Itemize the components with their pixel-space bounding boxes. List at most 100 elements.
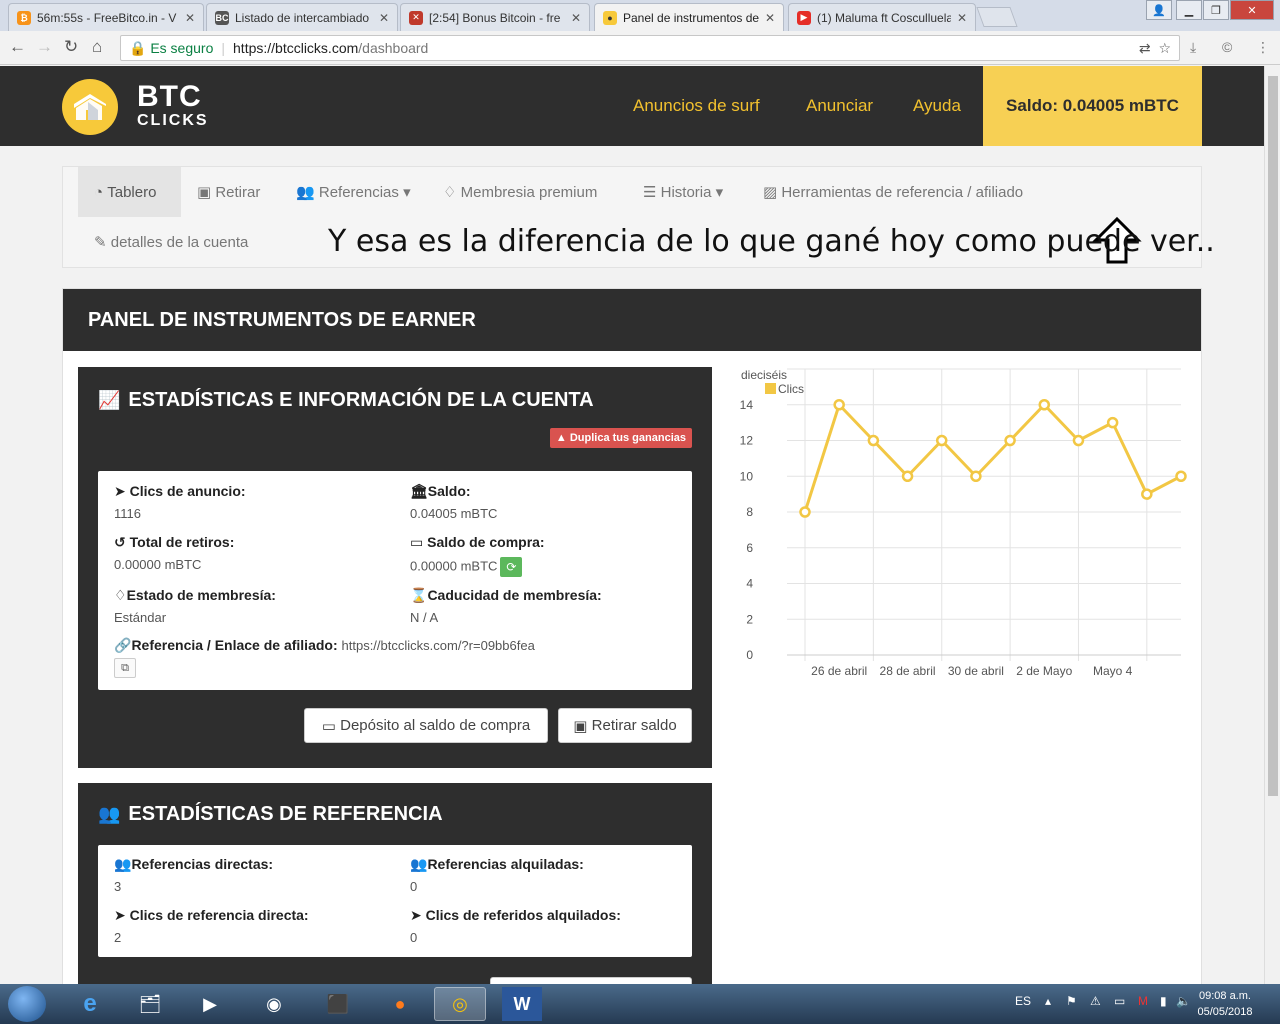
subnav-item-premium[interactable]: ♢ Membresia premium bbox=[443, 167, 597, 217]
signal-icon[interactable]: ▮ bbox=[1160, 994, 1167, 1008]
withdraw-button[interactable]: ▣ Retirar saldo bbox=[558, 708, 692, 743]
data-point bbox=[1175, 470, 1187, 482]
pdf-reader-icon[interactable]: ⬛ bbox=[312, 987, 364, 1021]
subnav-label: Herramientas de referencia / afiliado bbox=[781, 183, 1024, 201]
house-logo-icon bbox=[74, 94, 106, 120]
browser-tab-bonus[interactable]: ✕ [2:54] Bonus Bitcoin - fre ✕ bbox=[400, 3, 590, 31]
diamond-icon: ♢ bbox=[443, 184, 461, 201]
start-button[interactable] bbox=[8, 986, 46, 1022]
menu-icon[interactable]: ⋮ bbox=[1256, 39, 1270, 56]
clicks-line-chart: 0 2 4 6 8 10 12 14 26 de abril 28 de abril 30 de a… bbox=[740, 368, 1187, 678]
header-balance[interactable]: Saldo: 0.04005 mBTC bbox=[983, 66, 1202, 146]
subnav-item-withdraw[interactable]: ▣ Retirar bbox=[197, 167, 260, 217]
browser-tab-freebitcoin[interactable]: ₿ 56m:55s - FreeBitco.in - V ✕ bbox=[8, 3, 204, 31]
minimize-icon[interactable]: ▁ bbox=[1176, 0, 1202, 20]
new-tab-button[interactable] bbox=[976, 7, 1018, 27]
tab-strip: ₿ 56m:55s - FreeBitco.in - V ✕ BC Listad… bbox=[0, 0, 1280, 31]
stat-label: Referencias directas: bbox=[131, 856, 274, 872]
credit-card-icon: ▭ bbox=[321, 717, 341, 735]
antivirus-icon[interactable]: M bbox=[1138, 994, 1148, 1008]
account-stats-heading: ESTADÍSTICAS E INFORMACIÓN DE LA CUENTA bbox=[128, 389, 594, 411]
bitcoin-favicon-icon: ₿ bbox=[17, 10, 31, 25]
file-explorer-icon[interactable]: 🗂 bbox=[124, 987, 176, 1021]
browser-tab-listado[interactable]: BC Listado de intercambiado ✕ bbox=[206, 3, 398, 31]
data-point bbox=[901, 470, 914, 482]
url-host: https://btcclicks.com bbox=[233, 40, 359, 56]
system-clock[interactable]: 09:08 a.m. 05/05/2018 bbox=[1190, 988, 1260, 1020]
bonus-favicon-icon: ✕ bbox=[409, 10, 423, 25]
close-window-icon[interactable]: ✕ bbox=[1230, 0, 1274, 20]
extension-icon[interactable]: © bbox=[1222, 39, 1232, 55]
media-player-icon[interactable]: ▶ bbox=[184, 987, 236, 1021]
monitor-icon[interactable]: ▭ bbox=[1114, 994, 1125, 1008]
close-tab-icon[interactable]: ✕ bbox=[185, 11, 195, 25]
stat-label: Clics de referencia directa: bbox=[129, 907, 309, 923]
lock-icon: 🔒 bbox=[129, 39, 151, 56]
subnav-item-account-details[interactable]: ✎ detalles de la cuenta bbox=[94, 217, 248, 267]
scrollbar-thumb[interactable] bbox=[1268, 76, 1278, 796]
translate-icon[interactable]: ⇄ bbox=[1139, 40, 1151, 56]
tab-title: (1) Maluma ft Cosculluela bbox=[817, 10, 951, 25]
close-tab-icon[interactable]: ✕ bbox=[765, 11, 775, 25]
maximize-icon[interactable]: ❐ bbox=[1203, 0, 1229, 20]
subnav-item-dashboard[interactable]: ◔ Tablero bbox=[78, 167, 181, 217]
chrome-icon[interactable]: ◎ bbox=[434, 987, 486, 1021]
bookmark-star-icon[interactable]: ☆ bbox=[1158, 40, 1171, 56]
caret-down-icon: ▾ bbox=[711, 184, 724, 201]
stat-label: Clics de anuncio: bbox=[129, 483, 246, 499]
deposit-button-label: Depósito al saldo de compra bbox=[340, 717, 531, 734]
x-tick-label: Mayo 4 bbox=[1093, 664, 1133, 678]
data-point bbox=[1106, 416, 1119, 429]
network-warning-icon[interactable]: ⚠ bbox=[1090, 994, 1101, 1008]
account-stats-title: 📈 ESTADÍSTICAS E INFORMACIÓN DE LA CUENT… bbox=[98, 389, 594, 412]
camera-app-icon[interactable]: ◉ bbox=[248, 987, 300, 1021]
link-icon: 🔗 bbox=[114, 637, 132, 653]
money-icon: ▣ bbox=[197, 184, 216, 201]
close-tab-icon[interactable]: ✕ bbox=[957, 11, 967, 25]
language-indicator[interactable]: ES bbox=[1015, 994, 1031, 1008]
nav-link-advertise[interactable]: Anunciar bbox=[806, 96, 873, 116]
back-icon[interactable]: ← bbox=[9, 37, 26, 57]
url-path: /dashboard bbox=[358, 40, 429, 56]
stat-label: Saldo de compra: bbox=[427, 534, 545, 550]
subnav-item-referrals[interactable]: 👥 Referencias ▾ bbox=[296, 167, 411, 217]
y-tick-label: 0 bbox=[746, 648, 753, 662]
deposit-button[interactable]: ▭ Depósito al saldo de compra bbox=[304, 708, 548, 743]
chart-top-label: dieciséis bbox=[741, 368, 787, 382]
double-earnings-badge[interactable]: ▲ Duplica tus ganancias bbox=[549, 428, 692, 448]
stat-rented-referral-clicks: ➤ Clics de referidos alquilados: 0 bbox=[410, 907, 621, 945]
browser-tab-youtube[interactable]: ▶ (1) Maluma ft Cosculluela ✕ bbox=[788, 3, 976, 31]
close-tab-icon[interactable]: ✕ bbox=[379, 11, 389, 25]
nav-link-surf-ads[interactable]: Anuncios de surf bbox=[633, 96, 760, 116]
forward-icon[interactable]: → bbox=[36, 37, 53, 57]
reload-icon[interactable]: ↻ bbox=[64, 37, 78, 57]
subnav-item-referral-tools[interactable]: ▨ Herramientas de referencia / afiliado bbox=[763, 167, 1023, 217]
stat-label: Total de retiros: bbox=[129, 534, 235, 550]
browser-tab-btcclicks[interactable]: ● Panel de instrumentos de ✕ bbox=[594, 3, 784, 31]
word-icon[interactable]: W bbox=[502, 987, 542, 1021]
url-input[interactable]: 🔒 Es seguro | https://btcclicks.com /das… bbox=[120, 35, 1180, 61]
show-hidden-icons-icon[interactable]: ▴ bbox=[1045, 994, 1051, 1008]
tab-title: 56m:55s - FreeBitco.in - V bbox=[37, 10, 177, 25]
flag-icon[interactable]: ⚑ bbox=[1066, 994, 1077, 1008]
pdf-extension-icon[interactable]: ⤓ bbox=[1190, 39, 1196, 56]
nav-link-help[interactable]: Ayuda bbox=[913, 96, 961, 116]
secure-label: Es seguro bbox=[150, 40, 214, 56]
referral-stats-box: 👥 ESTADÍSTICAS DE REFERENCIA 👥Referencia… bbox=[78, 783, 712, 984]
close-tab-icon[interactable]: ✕ bbox=[571, 11, 581, 25]
copy-icon[interactable]: ⧉ bbox=[114, 658, 136, 678]
clock-date: 05/05/2018 bbox=[1197, 1006, 1253, 1018]
home-icon[interactable]: ⌂ bbox=[92, 37, 102, 57]
subnav-item-history[interactable]: ☰ Historia ▾ bbox=[643, 167, 723, 217]
page-scrollbar[interactable] bbox=[1264, 66, 1280, 984]
internet-explorer-icon[interactable]: e bbox=[64, 987, 116, 1021]
referral-link[interactable]: https://btcclicks.com/?r=09bb6fea bbox=[342, 638, 535, 653]
firefox-icon[interactable]: ● bbox=[374, 987, 426, 1021]
refresh-icon[interactable]: ⟳ bbox=[500, 557, 523, 577]
referral-action-button[interactable] bbox=[490, 977, 692, 984]
volume-icon[interactable]: 🔈 bbox=[1176, 994, 1191, 1008]
user-icon[interactable]: 👤 bbox=[1146, 0, 1172, 20]
y-tick-label: 14 bbox=[740, 398, 754, 412]
panel-title: PANEL DE INSTRUMENTOS DE EARNER bbox=[63, 289, 1201, 351]
annotation-text: Y esa es la diferencia de lo que gané ho… bbox=[328, 224, 1215, 259]
